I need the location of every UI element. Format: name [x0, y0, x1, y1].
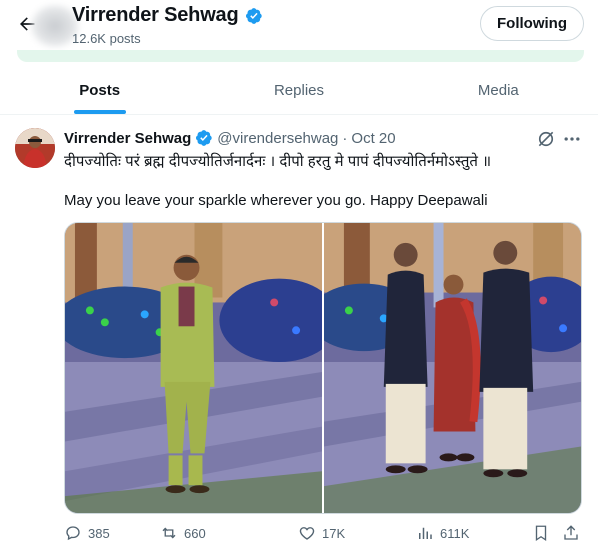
post-text-english: May you leave your sparkle wherever you … — [64, 192, 488, 209]
tab-media-label: Media — [477, 81, 519, 99]
post-date[interactable]: Oct 20 — [351, 130, 395, 147]
repost-count: 660 — [184, 525, 206, 541]
avatar-image — [15, 128, 55, 168]
post-text-sanskrit: दीपज्योतिः परं ब्रह्म दीपज्योतिर्जनार्दन… — [64, 153, 492, 170]
posts-count: 12.6K posts — [72, 31, 141, 46]
tab-media[interactable]: Media — [399, 66, 598, 114]
tab-replies-label: Replies — [273, 81, 324, 99]
like-count: 17K — [322, 525, 346, 541]
photo-man-green-kurta — [65, 223, 322, 513]
verified-badge-icon — [245, 7, 262, 24]
photo-left[interactable] — [65, 223, 322, 513]
reply-icon — [66, 526, 80, 541]
repost-icon — [162, 527, 176, 539]
post-card[interactable]: Virrender Sehwag @virendersehwag · Oct 2… — [0, 116, 598, 552]
share-icon — [564, 525, 578, 540]
heart-icon — [299, 527, 315, 540]
reply-count: 385 — [88, 525, 110, 541]
post-actions: 385 660 17K 611K — [60, 524, 588, 548]
green-banner-strip — [17, 50, 584, 62]
photo-family-group — [324, 223, 581, 513]
views-chart-icon — [419, 527, 432, 539]
profile-tabs: Posts Replies Media — [0, 66, 598, 115]
views-button[interactable]: 611K — [416, 524, 469, 542]
more-options-icon[interactable] — [562, 129, 582, 149]
author-avatar[interactable] — [15, 128, 55, 168]
photo-right[interactable] — [324, 223, 581, 513]
post-media[interactable] — [64, 222, 582, 514]
reply-button[interactable]: 385 — [64, 524, 110, 542]
tab-replies[interactable]: Replies — [199, 66, 398, 114]
post-author-name[interactable]: Virrender Sehwag — [64, 130, 191, 147]
verified-badge-icon — [196, 130, 212, 146]
views-count: 611K — [440, 525, 470, 541]
bookmark-button[interactable] — [532, 524, 550, 542]
share-button[interactable] — [562, 524, 580, 542]
bookmark-icon — [535, 525, 547, 542]
header-name-row: Virrender Sehwag — [72, 4, 263, 27]
post-author-handle[interactable]: @virendersehwag — [217, 130, 338, 147]
profile-header: Virrender Sehwag 12.6K posts Following — [0, 0, 598, 52]
active-tab-indicator — [73, 110, 126, 114]
profile-name: Virrender Sehwag — [72, 4, 239, 26]
tab-posts[interactable]: Posts — [0, 66, 199, 114]
tab-posts-label: Posts — [79, 81, 121, 99]
post-header: Virrender Sehwag @virendersehwag · Oct 2… — [64, 129, 396, 147]
like-button[interactable]: 17K — [298, 524, 345, 542]
separator-dot: · — [342, 129, 348, 147]
grok-icon[interactable] — [536, 129, 556, 149]
repost-button[interactable]: 660 — [160, 524, 206, 542]
following-button[interactable]: Following — [480, 6, 584, 41]
